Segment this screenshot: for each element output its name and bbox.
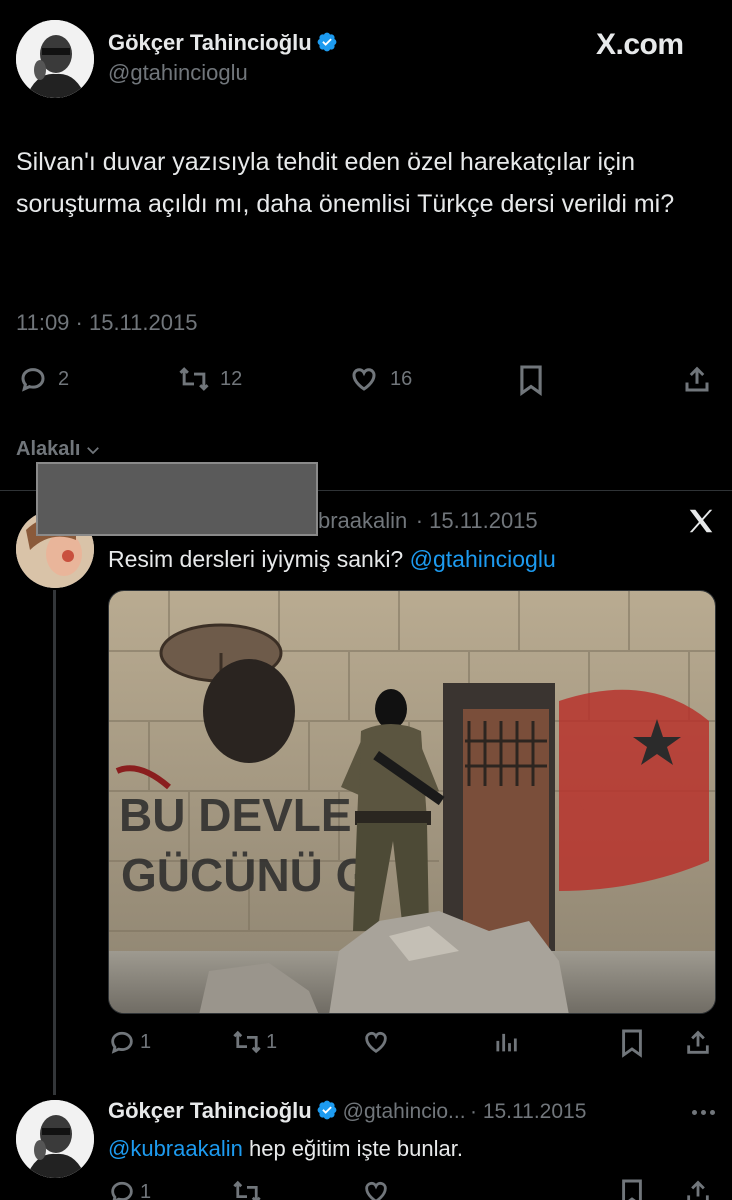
author-info: Gökçer Tahincioğlu @gtahincioglu	[108, 30, 338, 86]
views-action[interactable]	[492, 1028, 520, 1056]
reply-text: Resim dersleri iyiymiş sanki? @gtahincio…	[108, 546, 556, 573]
reply-date: · 15.11.2015	[470, 1100, 587, 1123]
svg-text:BU DEVLE: BU DEVLE	[119, 789, 352, 841]
verified-badge-icon	[317, 32, 337, 52]
bookmark-action[interactable]	[620, 1178, 644, 1200]
like-action[interactable]	[362, 1028, 390, 1056]
bookmark-icon	[520, 365, 542, 396]
like-count: 16	[390, 367, 413, 390]
sort-label: Alakalı	[16, 438, 81, 460]
bookmark-action[interactable]	[518, 364, 544, 396]
sort-selector[interactable]: Alakalı	[16, 438, 102, 461]
x-brand-logo	[686, 506, 716, 544]
reply-icon	[111, 1031, 133, 1054]
mention-link[interactable]: @kubraakalin	[108, 1136, 243, 1161]
redaction-box	[36, 462, 318, 536]
share-icon	[685, 366, 709, 392]
reply-header: braakalin · 15.11.2015	[318, 508, 538, 534]
retweet-action[interactable]: 1	[232, 1028, 277, 1056]
reply-avatar[interactable]	[16, 1100, 94, 1178]
bookmark-action[interactable]	[620, 1028, 644, 1058]
retweet-icon	[233, 1180, 261, 1200]
like-action[interactable]: 16	[348, 364, 412, 394]
share-action[interactable]	[684, 1028, 712, 1058]
reply-action[interactable]: 2	[18, 364, 69, 394]
bookmark-icon	[622, 1179, 642, 1200]
reply-action[interactable]: 1	[108, 1178, 151, 1200]
reply-count: 2	[58, 367, 70, 390]
thread-line	[53, 590, 56, 1095]
heart-icon	[365, 1181, 387, 1200]
reply-media-image[interactable]: BU DEVLE GÜCÜNÜ G	[108, 590, 716, 1014]
share-icon	[687, 1030, 709, 1054]
retweet-icon	[233, 1030, 261, 1054]
reply-body: hep eğitim işte bunlar.	[242, 1136, 463, 1161]
bookmark-icon	[622, 1029, 642, 1058]
share-action[interactable]	[684, 1178, 712, 1200]
share-icon	[687, 1180, 709, 1200]
like-action[interactable]	[362, 1178, 390, 1200]
reply-count: 1	[140, 1030, 152, 1053]
more-options-icon[interactable]	[692, 1110, 715, 1115]
x-brand-logo: X.com	[596, 28, 684, 61]
chevron-down-icon	[87, 446, 100, 454]
reply-icon	[111, 1181, 133, 1200]
verified-badge-icon	[317, 1100, 337, 1120]
retweet-count: 12	[220, 367, 243, 390]
tweet-timestamp[interactable]: 11:09 · 15.11.2015	[16, 310, 197, 336]
share-action[interactable]	[682, 364, 712, 396]
svg-text:GÜCÜNÜ G: GÜCÜNÜ G	[121, 849, 371, 901]
retweet-action[interactable]: 12	[178, 364, 242, 394]
reply-date: · 15.11.2015	[415, 508, 538, 533]
author-handle[interactable]: @gtahincioglu	[108, 60, 338, 86]
mention-link[interactable]: @gtahincioglu	[410, 546, 556, 572]
heart-icon	[365, 1031, 387, 1053]
author-name[interactable]: Gökçer Tahincioğlu	[108, 30, 312, 55]
retweet-icon	[179, 367, 209, 391]
reply-icon	[21, 368, 45, 392]
reply-text: @kubraakalin hep eğitim işte bunlar.	[108, 1136, 463, 1162]
reply-author-name[interactable]: Gökçer Tahincioğlu	[108, 1098, 312, 1123]
views-icon	[496, 1033, 517, 1052]
reply-author-handle[interactable]: @gtahincio...	[343, 1100, 466, 1123]
reply-count: 1	[140, 1180, 152, 1200]
tweet-text: Silvan'ı duvar yazısıyla tehdit eden öze…	[16, 148, 675, 218]
reply-body: Resim dersleri iyiymiş sanki?	[108, 546, 404, 572]
retweet-count: 1	[266, 1030, 278, 1053]
retweet-action[interactable]	[232, 1178, 262, 1200]
heart-icon	[352, 368, 376, 391]
reply-action[interactable]: 1	[108, 1028, 151, 1056]
reply-handle[interactable]: braakalin	[318, 508, 407, 533]
reply-header: Gökçer Tahincioğlu @gtahincio... · 15.11…	[108, 1098, 586, 1124]
author-avatar[interactable]	[16, 20, 94, 98]
